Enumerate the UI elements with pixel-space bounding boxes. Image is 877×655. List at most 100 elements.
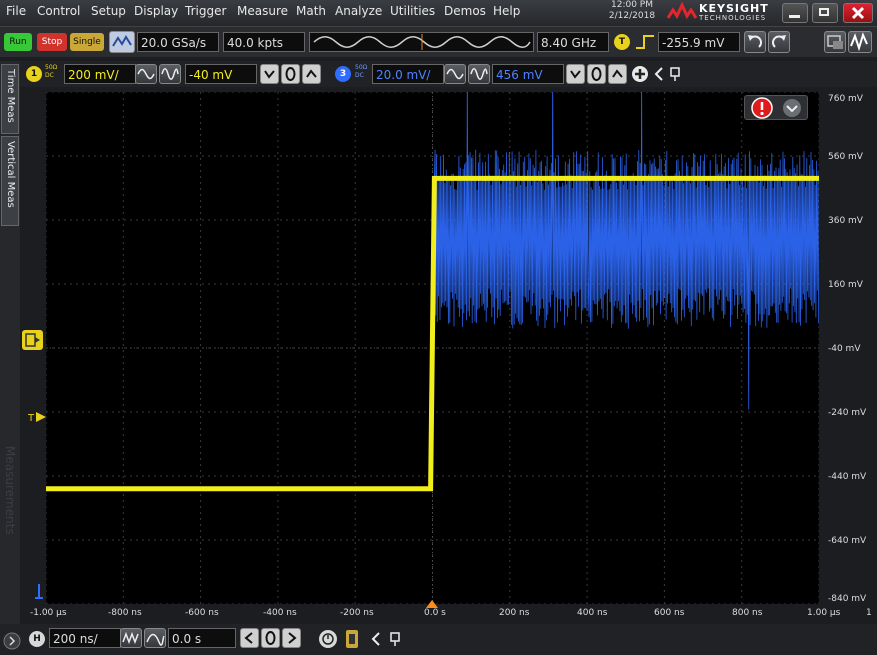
waveform-display[interactable] [46,92,819,604]
position-zero-button[interactable] [261,628,280,648]
run-button[interactable]: Run [4,33,32,51]
x-tick-label: 200 ns [499,608,530,618]
expand-right-circle-icon[interactable] [3,632,21,650]
channel1-scale-up-button[interactable] [159,64,181,84]
redo-button[interactable] [768,31,790,53]
wave-compress-icon [446,68,464,80]
touch-button[interactable] [848,31,872,53]
y-tick-label: -240 mV [828,408,867,418]
menu-utilities[interactable]: Utilities [390,4,435,18]
autoscale-button[interactable] [109,31,135,53]
zoom-time-icon[interactable] [318,629,338,649]
menu-math[interactable]: Math [296,4,326,18]
x-tick-label: 400 ns [577,608,608,618]
x-tick-label: -1.00 µs [30,608,67,618]
tab-time-meas-label: Time Meas [5,69,16,123]
y-tick-label: -440 mV [828,472,867,482]
chevron-left-icon [244,632,253,644]
maximize-button[interactable] [812,3,838,23]
channel3-offset-down-button[interactable] [566,64,585,84]
channel1-offset-up-button[interactable] [302,64,321,84]
stop-button[interactable]: Stop [37,33,67,51]
trigger-level-marker-icon[interactable]: T [28,410,48,424]
undo-icon [748,35,762,48]
single-button[interactable]: Single [70,33,104,51]
timebase-position-field[interactable]: 0.0 s [168,628,236,648]
alert-panel [744,95,808,120]
menu-display[interactable]: Display [134,4,178,18]
y-tick-label: 760 mV [828,94,863,104]
menu-control[interactable]: Control [37,4,80,18]
clock-time: 12:00 PM [611,0,653,10]
timebase-compress-button[interactable] [120,628,142,648]
timebase-expand-button[interactable] [144,628,166,648]
brand-sub: TECHNOLOGIES [699,14,767,22]
x-tick-label: -600 ns [185,608,219,618]
channel3-offset-field[interactable]: 456 mV [492,64,564,84]
alert-icon[interactable] [751,97,773,119]
channel1-scale-down-button[interactable] [135,64,157,84]
channel1-badge[interactable]: 1 [26,66,42,82]
zero-icon [285,67,296,81]
acquisition-toolbar: Run Stop Single 20.0 GSa/s 40.0 kpts 8.4… [0,27,877,57]
x-tick-label: 600 ns [654,608,685,618]
position-right-button[interactable] [282,628,301,648]
minimize-button[interactable] [782,3,808,23]
menu-file[interactable]: File [6,4,26,18]
channel3-scale-field[interactable]: 20.0 mV/ [372,64,444,84]
touch-gesture-icon [850,32,868,52]
channel3-ground-marker-icon[interactable] [34,584,44,600]
channel1-ground-marker[interactable] [22,330,43,350]
channel3-scale-down-button[interactable] [444,64,466,84]
undo-button[interactable] [744,31,766,53]
zoom-button[interactable] [824,31,846,53]
channel3-offset-zero-button[interactable] [587,64,606,84]
channel3-coupling: 50Ω DC [355,64,368,79]
autoscale-icon [112,35,132,47]
rising-edge-icon[interactable] [634,31,656,53]
bandwidth-field[interactable]: 8.40 GHz [537,32,609,52]
waveform-canvas [46,92,819,604]
close-button[interactable] [843,3,873,23]
horizontal-badge[interactable]: H [29,631,45,647]
x-axis-end-label: 1 [866,608,872,618]
wave-expand-icon [146,633,165,646]
trigger-badge[interactable]: T [614,34,630,50]
channel3-trace [434,92,819,410]
channel3-offset-up-button[interactable] [608,64,627,84]
add-channel-icon[interactable] [631,65,649,83]
memory-depth-field[interactable]: 40.0 kpts [223,32,305,52]
tab-vertical-meas-label: Vertical Meas [5,141,16,208]
waveform-overview[interactable] [309,32,534,52]
trigger-level-field[interactable]: -255.9 mV [658,32,740,52]
channel1-scale-field[interactable]: 200 mV/ [64,64,136,84]
position-left-button[interactable] [240,628,259,648]
channel1-offset-down-button[interactable] [260,64,279,84]
tab-vertical-meas[interactable]: Vertical Meas [1,136,19,226]
channel3-badge[interactable]: 3 [335,66,351,82]
wave-compress-icon [137,68,155,80]
pin-icon[interactable] [668,65,682,83]
collapse-left-icon[interactable] [652,65,666,83]
channel1-offset-zero-button[interactable] [281,64,300,84]
redo-icon [772,35,786,48]
channel1-offset-field[interactable]: -40 mV [185,64,257,84]
menu-demos[interactable]: Demos [444,4,486,18]
y-tick-label: 360 mV [828,216,863,226]
collapse-left-icon[interactable] [369,630,383,648]
menu-help[interactable]: Help [493,4,520,18]
svg-text:T: T [28,413,35,424]
menu-measure[interactable]: Measure [237,4,288,18]
channel3-scale-up-button[interactable] [468,64,490,84]
timebase-scale-field[interactable]: 200 ns/ [49,628,121,648]
menu-analyze[interactable]: Analyze [335,4,382,18]
trigger-position-marker-icon[interactable] [426,600,438,608]
datetime: 12:00 PM 2/12/2018 [606,0,658,22]
pin-icon[interactable] [388,630,402,648]
menu-setup[interactable]: Setup [91,4,126,18]
tab-time-meas[interactable]: Time Meas [1,64,19,134]
delay-marker-icon[interactable] [343,628,361,650]
chevron-down-circle-icon[interactable] [781,97,803,119]
sample-rate-field[interactable]: 20.0 GSa/s [137,32,219,52]
menu-trigger[interactable]: Trigger [185,4,226,18]
